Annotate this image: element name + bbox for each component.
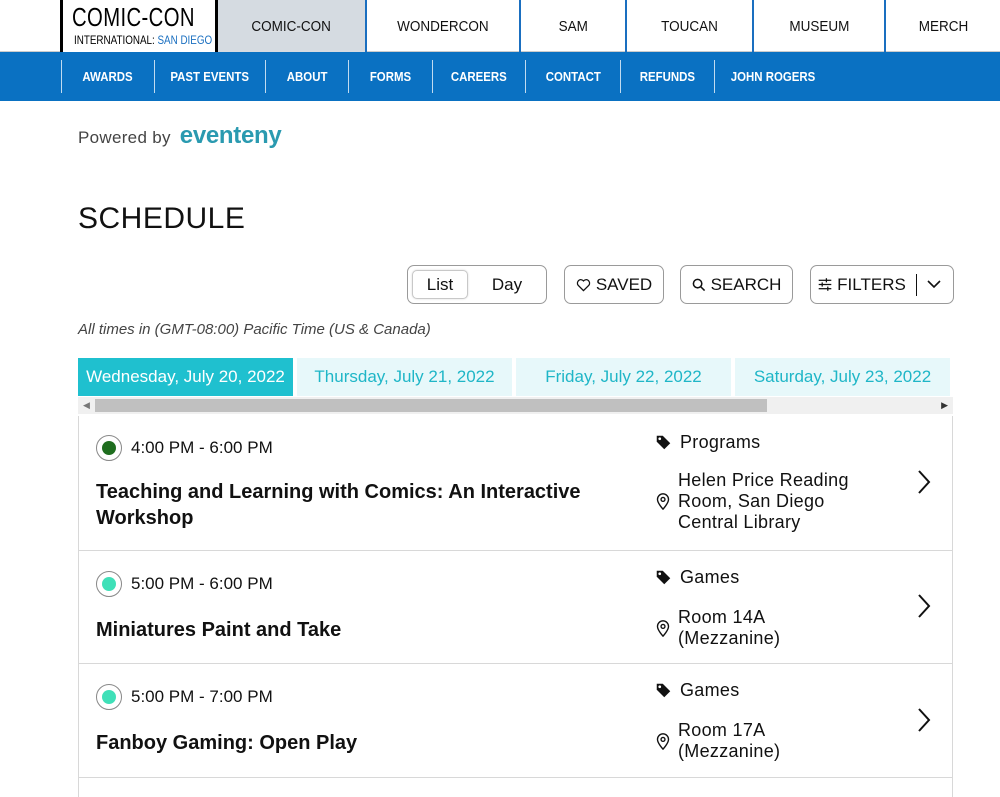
event-time: 5:00 PM - 7:00 PM (96, 684, 273, 710)
filters-divider (915, 273, 917, 296)
saved-label: SAVED (595, 274, 653, 294)
nav-careers[interactable]: CAREERS (432, 60, 525, 93)
search-label: SEARCH (710, 274, 782, 294)
date-tab-thu-jul-21[interactable]: Thursday, July 21, 2022 (297, 358, 512, 396)
tag-icon (656, 570, 671, 585)
saved-button[interactable]: SAVED (564, 265, 664, 304)
map-pin-icon (656, 619, 670, 637)
page-title: SCHEDULE (78, 202, 246, 235)
search-button[interactable]: SEARCH (680, 265, 793, 304)
filters-label: FILTERS (837, 274, 906, 294)
event-row[interactable]: 5:00 PM - 7:00 PM Fanboy Gaming: Open Pl… (79, 664, 952, 778)
chevron-right-icon[interactable] (917, 469, 931, 495)
nav-about[interactable]: ABOUT (265, 60, 348, 93)
logo-title: COMIC-CON (72, 2, 195, 32)
event-location: Room 14A (Mezzanine) (656, 607, 780, 649)
event-category: Games (656, 567, 740, 588)
logo-subtitle: INTERNATIONAL: SAN DIEGO (74, 33, 213, 47)
status-dot-icon (96, 435, 122, 461)
tab-comic-con[interactable]: COMIC-CON (218, 0, 365, 52)
filters-button[interactable]: FILTERS (810, 265, 954, 304)
event-row[interactable]: 5:00 PM - 6:00 PM Miniatures Paint and T… (79, 551, 952, 664)
heart-icon (576, 278, 590, 292)
timezone-note: All times in (GMT-08:00) Pacific Time (U… (78, 321, 431, 338)
tab-wondercon[interactable]: WONDERCON (365, 0, 519, 52)
tag-icon (656, 435, 671, 450)
date-tab-fri-jul-22[interactable]: Friday, July 22, 2022 (516, 358, 731, 396)
nav-john-rogers[interactable]: JOHN ROGERS (714, 60, 832, 93)
powered-by-label: Powered by (78, 128, 171, 147)
tab-sam[interactable]: SAM (519, 0, 625, 52)
map-pin-icon (656, 732, 670, 750)
scroll-left-arrow-icon[interactable]: ◀ (83, 400, 90, 411)
sub-nav: AWARDS PAST EVENTS ABOUT FORMS CAREERS C… (0, 52, 1000, 101)
tag-icon (656, 683, 671, 698)
status-dot-icon (96, 571, 122, 597)
event-title[interactable]: Teaching and Learning with Comics: An In… (96, 479, 581, 531)
date-tabs: Wednesday, July 20, 2022 Thursday, July … (78, 358, 953, 397)
event-location: Helen Price Reading Room, San Diego Centra… (656, 470, 849, 533)
date-tab-wed-jul-20[interactable]: Wednesday, July 20, 2022 (78, 358, 293, 396)
event-category: Programs (656, 432, 760, 453)
chevron-right-icon[interactable] (917, 593, 931, 619)
tab-merch[interactable]: MERCH (884, 0, 1000, 52)
event-row[interactable]: 4:00 PM - 6:00 PM Teaching and Learning … (79, 416, 952, 551)
nav-contact[interactable]: CONTACT (525, 60, 620, 93)
map-pin-icon (656, 493, 670, 510)
scrollbar-thumb[interactable] (95, 399, 767, 412)
nav-past-events[interactable]: PAST EVENTS (154, 60, 265, 93)
scroll-right-arrow-icon[interactable]: ▶ (941, 400, 948, 411)
date-tab-sat-jul-23[interactable]: Saturday, July 23, 2022 (735, 358, 950, 396)
day-view-button[interactable]: Day (472, 270, 542, 299)
status-dot-icon (96, 684, 122, 710)
tab-museum[interactable]: MUSEUM (752, 0, 884, 52)
eventeny-logo[interactable]: eventeny (180, 122, 282, 150)
nav-refunds[interactable]: REFUNDS (620, 60, 714, 93)
powered-by: Powered by eventeny (78, 122, 282, 150)
chevron-down-icon[interactable] (927, 280, 941, 289)
comic-con-logo[interactable]: COMIC-CON INTERNATIONAL: SAN DIEGO (60, 0, 218, 52)
view-toggle: List Day (407, 265, 547, 304)
list-view-button[interactable]: List (412, 270, 468, 299)
nav-forms[interactable]: FORMS (348, 60, 432, 93)
event-time: 5:00 PM - 6:00 PM (96, 571, 273, 597)
chevron-right-icon[interactable] (917, 707, 931, 733)
event-time: 4:00 PM - 6:00 PM (96, 435, 273, 461)
event-title[interactable]: Miniatures Paint and Take (96, 617, 341, 643)
top-nav: COMIC-CON INTERNATIONAL: SAN DIEGO COMIC… (0, 0, 1000, 52)
event-location: Room 17A (Mezzanine) (656, 720, 780, 762)
date-scrollbar[interactable]: ◀ ▶ (78, 397, 953, 414)
sliders-icon (818, 278, 832, 291)
nav-awards[interactable]: AWARDS (61, 60, 154, 93)
event-list: 4:00 PM - 6:00 PM Teaching and Learning … (78, 416, 953, 797)
event-category: Games (656, 680, 740, 701)
search-icon (692, 278, 705, 291)
event-title[interactable]: Fanboy Gaming: Open Play (96, 730, 357, 756)
tab-toucan[interactable]: TOUCAN (625, 0, 752, 52)
